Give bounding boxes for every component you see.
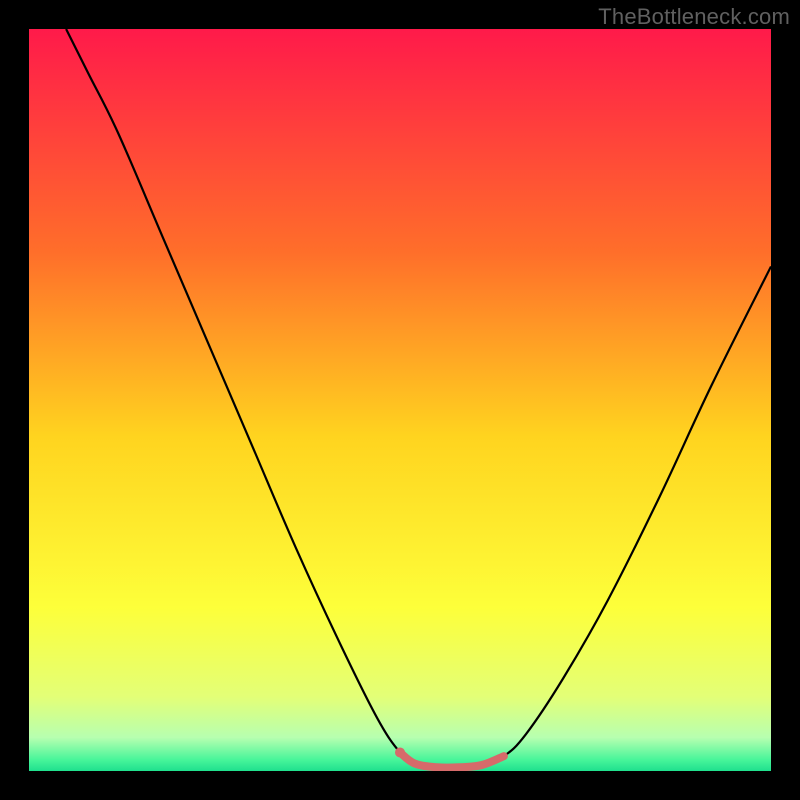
gradient-background — [29, 29, 771, 771]
watermark-text: TheBottleneck.com — [598, 4, 790, 30]
plot-area — [29, 29, 771, 771]
chart-svg — [29, 29, 771, 771]
optimal-marker — [395, 747, 405, 757]
chart-frame: TheBottleneck.com — [0, 0, 800, 800]
